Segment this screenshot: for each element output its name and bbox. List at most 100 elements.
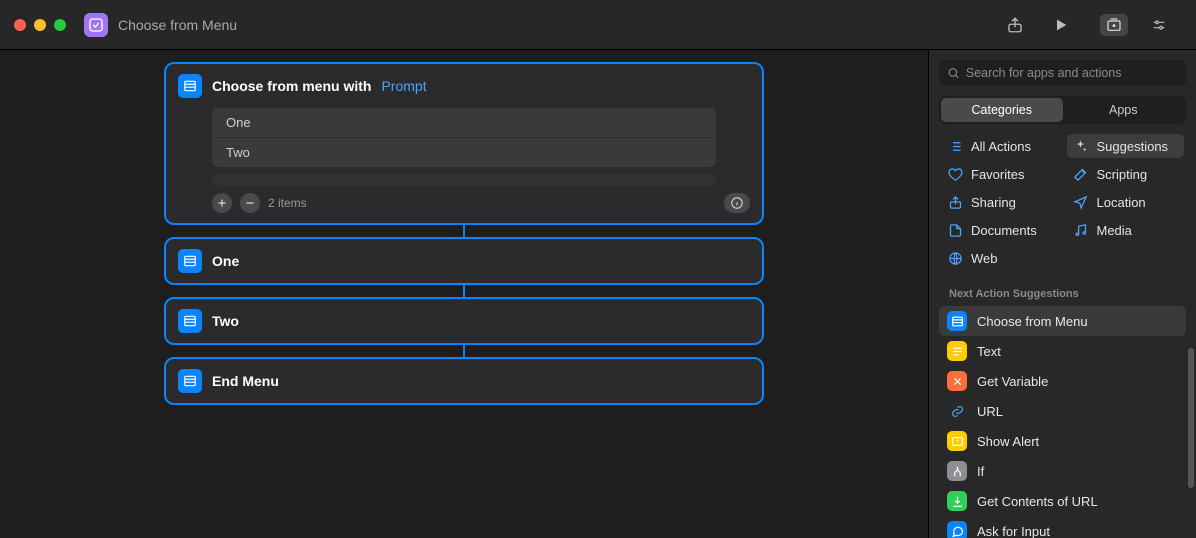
new-item-placeholder[interactable] bbox=[212, 175, 716, 185]
action-library-sidebar: Categories Apps All Actions Suggestions … bbox=[928, 50, 1196, 538]
category-web[interactable]: Web bbox=[941, 246, 1059, 270]
library-segmented-control: Categories Apps bbox=[939, 96, 1186, 124]
add-item-button[interactable] bbox=[212, 193, 232, 213]
suggestion-item[interactable]: Get Variable bbox=[939, 366, 1186, 396]
item-count-label: 2 items bbox=[268, 196, 307, 210]
menu-case-icon bbox=[178, 249, 202, 273]
window-controls bbox=[14, 19, 66, 31]
menu-item-row[interactable]: Two bbox=[212, 138, 716, 167]
close-window-button[interactable] bbox=[14, 19, 26, 31]
category-label: Location bbox=[1097, 195, 1146, 210]
var-icon bbox=[947, 371, 967, 391]
menu-action-icon bbox=[178, 74, 202, 98]
sparkle-icon bbox=[1073, 138, 1089, 154]
link-icon bbox=[947, 401, 967, 421]
menu-item-row[interactable]: One bbox=[212, 108, 716, 138]
flow-connector bbox=[463, 285, 465, 297]
suggestion-item[interactable]: Ask for Input bbox=[939, 516, 1186, 538]
suggestion-label: Ask for Input bbox=[977, 524, 1050, 538]
category-location[interactable]: Location bbox=[1067, 190, 1185, 214]
menu-item-label: One bbox=[212, 108, 716, 137]
end-menu-block[interactable]: End Menu bbox=[164, 357, 764, 405]
search-input[interactable] bbox=[966, 66, 1178, 80]
editor-canvas: Choose from menu with Prompt One Two 2 i… bbox=[0, 50, 928, 538]
list-icon bbox=[947, 138, 963, 154]
category-label: All Actions bbox=[971, 139, 1031, 154]
category-sharing[interactable]: Sharing bbox=[941, 190, 1059, 214]
share-up-icon bbox=[947, 194, 963, 210]
category-favorites[interactable]: Favorites bbox=[941, 162, 1059, 186]
text-icon bbox=[947, 341, 967, 361]
share-icon[interactable] bbox=[1006, 16, 1024, 34]
window-title: Choose from Menu bbox=[118, 17, 237, 33]
document-icon bbox=[947, 222, 963, 238]
category-label: Documents bbox=[971, 223, 1037, 238]
suggestion-item[interactable]: Show Alert bbox=[939, 426, 1186, 456]
tab-categories[interactable]: Categories bbox=[941, 98, 1063, 122]
case-label: Two bbox=[212, 313, 239, 329]
flow-connector bbox=[463, 225, 465, 237]
wand-icon bbox=[1073, 166, 1089, 182]
choose-from-menu-action[interactable]: Choose from menu with Prompt One Two 2 i… bbox=[164, 62, 764, 225]
minimize-window-button[interactable] bbox=[34, 19, 46, 31]
search-field[interactable] bbox=[939, 60, 1186, 86]
category-grid: All Actions Suggestions Favorites Script… bbox=[929, 134, 1196, 282]
menu-end-icon bbox=[178, 369, 202, 393]
suggestion-item[interactable]: Get Contents of URL bbox=[939, 486, 1186, 516]
shortcut-app-icon bbox=[84, 13, 108, 37]
action-title: Choose from menu with bbox=[212, 78, 371, 94]
suggestion-list: Choose from Menu Text Get Variable URL Show … bbox=[929, 306, 1196, 538]
settings-sliders-icon[interactable] bbox=[1146, 14, 1172, 36]
sidebar-scrollbar[interactable] bbox=[1188, 348, 1194, 488]
category-label: Scripting bbox=[1097, 167, 1148, 182]
menu-items-list: One Two bbox=[212, 108, 716, 167]
suggestion-label: If bbox=[977, 464, 984, 479]
globe-icon bbox=[947, 250, 963, 266]
suggestion-item[interactable]: Choose from Menu bbox=[939, 306, 1186, 336]
menu-case-one[interactable]: One bbox=[164, 237, 764, 285]
library-toggle-icon[interactable] bbox=[1100, 14, 1128, 36]
info-button[interactable] bbox=[724, 193, 750, 213]
suggestion-label: URL bbox=[977, 404, 1003, 419]
category-label: Favorites bbox=[971, 167, 1024, 182]
category-suggestions[interactable]: Suggestions bbox=[1067, 134, 1185, 158]
prompt-parameter[interactable]: Prompt bbox=[381, 78, 426, 94]
category-label: Sharing bbox=[971, 195, 1016, 210]
remove-item-button[interactable] bbox=[240, 193, 260, 213]
download-icon bbox=[947, 491, 967, 511]
location-arrow-icon bbox=[1073, 194, 1089, 210]
run-icon[interactable] bbox=[1052, 16, 1070, 34]
category-documents[interactable]: Documents bbox=[941, 218, 1059, 242]
suggestion-item[interactable]: Text bbox=[939, 336, 1186, 366]
category-media[interactable]: Media bbox=[1067, 218, 1185, 242]
suggestion-item[interactable]: If bbox=[939, 456, 1186, 486]
case-label: One bbox=[212, 253, 239, 269]
alert-icon bbox=[947, 431, 967, 451]
suggestion-label: Get Contents of URL bbox=[977, 494, 1098, 509]
category-label: Web bbox=[971, 251, 998, 266]
chat-icon bbox=[947, 521, 967, 538]
menu-case-two[interactable]: Two bbox=[164, 297, 764, 345]
category-all-actions[interactable]: All Actions bbox=[941, 134, 1059, 158]
heart-icon bbox=[947, 166, 963, 182]
branch-icon bbox=[947, 461, 967, 481]
flow-connector bbox=[463, 345, 465, 357]
category-label: Suggestions bbox=[1097, 139, 1169, 154]
suggestion-label: Text bbox=[977, 344, 1001, 359]
suggestion-item[interactable]: URL bbox=[939, 396, 1186, 426]
suggestions-heading: Next Action Suggestions bbox=[929, 282, 1196, 306]
suggestion-label: Show Alert bbox=[977, 434, 1039, 449]
suggestion-label: Choose from Menu bbox=[977, 314, 1088, 329]
tab-apps[interactable]: Apps bbox=[1063, 98, 1185, 122]
menu-icon bbox=[947, 311, 967, 331]
music-note-icon bbox=[1073, 222, 1089, 238]
zoom-window-button[interactable] bbox=[54, 19, 66, 31]
category-scripting[interactable]: Scripting bbox=[1067, 162, 1185, 186]
category-label: Media bbox=[1097, 223, 1132, 238]
end-menu-label: End Menu bbox=[212, 373, 279, 389]
menu-item-label: Two bbox=[212, 138, 716, 167]
menu-case-icon bbox=[178, 309, 202, 333]
search-icon bbox=[947, 66, 960, 80]
suggestion-label: Get Variable bbox=[977, 374, 1048, 389]
titlebar: Choose from Menu bbox=[0, 0, 1196, 50]
